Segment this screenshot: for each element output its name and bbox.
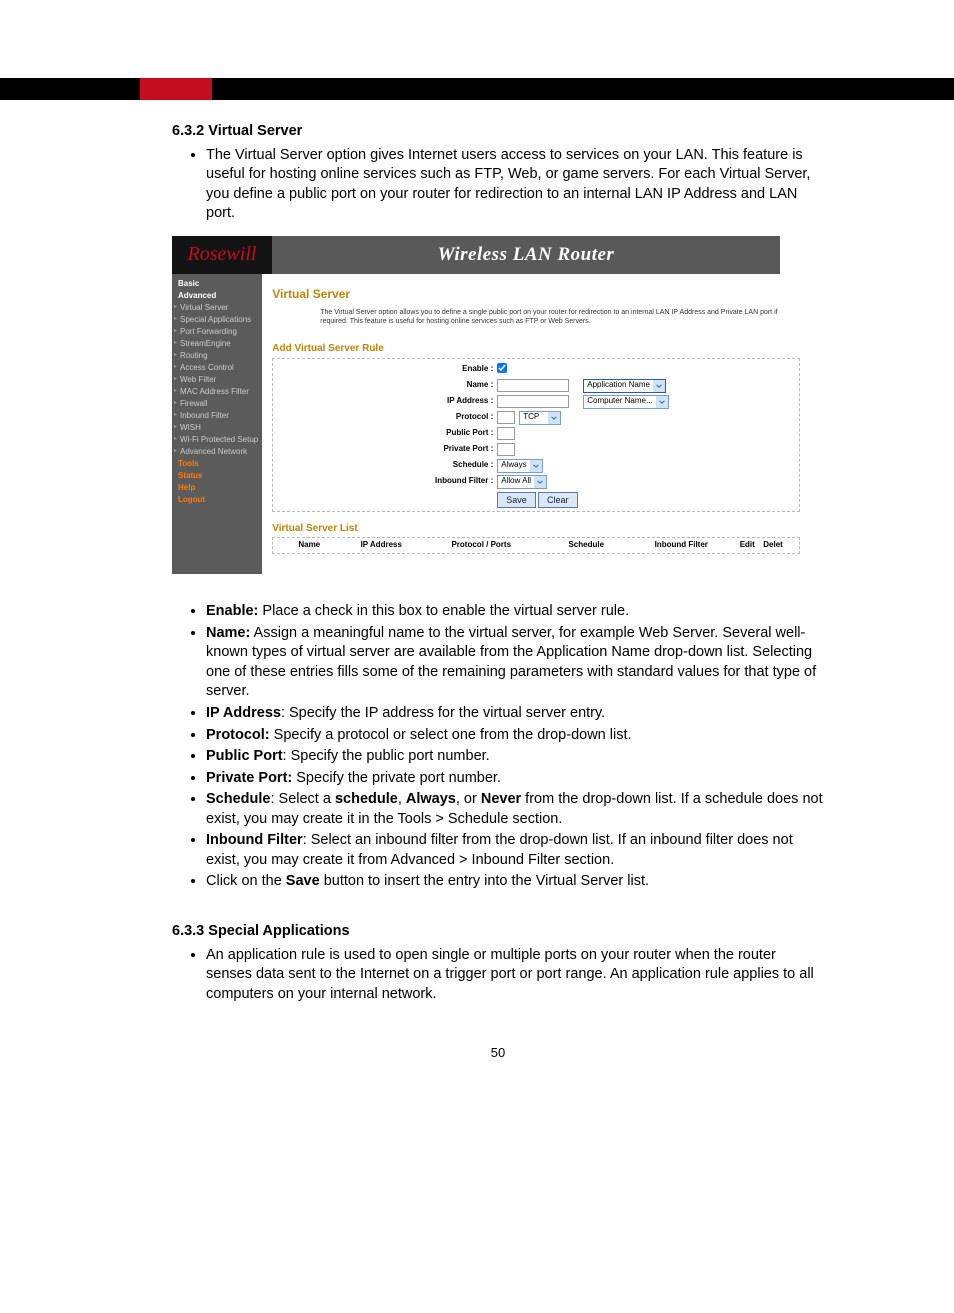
chevron-down-icon bbox=[534, 476, 546, 488]
inbound-select[interactable]: Allow All bbox=[497, 475, 547, 489]
nav-basic[interactable]: Basic bbox=[172, 278, 262, 290]
nav-special-apps[interactable]: Special Applications bbox=[172, 314, 262, 326]
chevron-down-icon bbox=[530, 460, 542, 472]
nav-web-filter[interactable]: Web Filter bbox=[172, 374, 262, 386]
ip-field[interactable] bbox=[497, 395, 569, 408]
definitions-list: Enable: Place a check in this box to ena… bbox=[172, 602, 824, 892]
protocol-select[interactable]: TCP bbox=[519, 411, 561, 425]
label-ip: IP Address : bbox=[273, 396, 497, 407]
list-heading: Virtual Server List bbox=[272, 522, 804, 536]
def-name: Name: Assign a meaningful name to the vi… bbox=[206, 624, 824, 702]
nav-help[interactable]: Help bbox=[172, 482, 262, 494]
nav-status[interactable]: Status bbox=[172, 470, 262, 482]
protocol-num-field[interactable] bbox=[497, 411, 515, 424]
router-title: Wireless LAN Router bbox=[272, 236, 780, 274]
brand-logo: Rosewill bbox=[172, 236, 272, 274]
clear-button[interactable]: Clear bbox=[538, 492, 578, 508]
label-private-port: Private Port : bbox=[273, 444, 497, 455]
computer-name-select[interactable]: Computer Name... bbox=[583, 395, 668, 409]
nav-port-forwarding[interactable]: Port Forwarding bbox=[172, 326, 262, 338]
def-private-port: Private Port: Specify the private port n… bbox=[206, 769, 824, 789]
app-name-select[interactable]: Application Name bbox=[583, 379, 666, 393]
router-screenshot: Rosewill Wireless LAN Router Basic Advan… bbox=[172, 236, 780, 574]
page-number: 50 bbox=[172, 1044, 824, 1062]
col-edit: Edit bbox=[731, 540, 763, 551]
chevron-down-icon bbox=[656, 396, 668, 408]
page-title: Virtual Server bbox=[272, 286, 804, 302]
nav-adv-network[interactable]: Advanced Network bbox=[172, 446, 262, 458]
def-protocol: Protocol: Specify a protocol or select o… bbox=[206, 726, 824, 746]
label-name: Name : bbox=[273, 380, 497, 391]
label-inbound: Inbound Filter : bbox=[273, 476, 497, 487]
page-desc: The Virtual Server option allows you to … bbox=[272, 306, 804, 332]
section-632-intro: The Virtual Server option gives Internet… bbox=[206, 146, 824, 224]
add-rule-heading: Add Virtual Server Rule bbox=[272, 342, 804, 356]
nav-mac-filter[interactable]: MAC Address Filter bbox=[172, 386, 262, 398]
col-name: Name bbox=[277, 540, 341, 551]
nav-wps[interactable]: Wi-Fi Protected Setup bbox=[172, 434, 262, 446]
def-public-port: Public Port: Specify the public port num… bbox=[206, 747, 824, 767]
nav-firewall[interactable]: Firewall bbox=[172, 398, 262, 410]
chevron-down-icon bbox=[653, 380, 665, 392]
nav-tools[interactable]: Tools bbox=[172, 458, 262, 470]
def-ip: IP Address: Specify the IP address for t… bbox=[206, 704, 824, 724]
def-schedule: Schedule: Select a schedule, Always, or … bbox=[206, 790, 824, 829]
def-inbound-filter: Inbound Filter: Select an inbound filter… bbox=[206, 831, 824, 870]
label-enable: Enable : bbox=[273, 364, 497, 375]
section-633-heading: 6.3.3 Special Applications bbox=[172, 922, 824, 942]
public-port-field[interactable] bbox=[497, 427, 515, 440]
chevron-down-icon bbox=[548, 412, 560, 424]
col-schedule: Schedule bbox=[541, 540, 631, 551]
nav-routing[interactable]: Routing bbox=[172, 350, 262, 362]
schedule-select[interactable]: Always bbox=[497, 459, 542, 473]
router-nav: Basic Advanced Virtual Server Special Ap… bbox=[172, 274, 262, 574]
add-rule-form: Enable : Name : Application Name bbox=[272, 358, 800, 512]
nav-wish[interactable]: WISH bbox=[172, 422, 262, 434]
label-schedule: Schedule : bbox=[273, 460, 497, 471]
top-accent-bar bbox=[0, 78, 954, 100]
col-delete: Delet bbox=[763, 540, 795, 551]
nav-logout[interactable]: Logout bbox=[172, 494, 262, 506]
col-ip: IP Address bbox=[341, 540, 421, 551]
label-protocol: Protocol : bbox=[273, 412, 497, 423]
save-button[interactable]: Save bbox=[497, 492, 536, 508]
col-inbound: Inbound Filter bbox=[631, 540, 731, 551]
nav-advanced[interactable]: Advanced bbox=[172, 290, 262, 302]
router-main: Virtual Server The Virtual Server option… bbox=[262, 274, 804, 574]
label-public-port: Public Port : bbox=[273, 428, 497, 439]
section-633-intro: An application rule is used to open sing… bbox=[206, 946, 824, 1005]
def-enable: Enable: Place a check in this box to ena… bbox=[206, 602, 824, 622]
nav-stream-engine[interactable]: StreamEngine bbox=[172, 338, 262, 350]
def-save: Click on the Save button to insert the e… bbox=[206, 872, 824, 892]
accent-red-segment bbox=[140, 78, 212, 100]
private-port-field[interactable] bbox=[497, 443, 515, 456]
name-field[interactable] bbox=[497, 379, 569, 392]
nav-virtual-server[interactable]: Virtual Server bbox=[172, 302, 262, 314]
col-ports: Protocol / Ports bbox=[421, 540, 541, 551]
vs-list-table: Name IP Address Protocol / Ports Schedul… bbox=[272, 537, 800, 554]
section-632-heading: 6.3.2 Virtual Server bbox=[172, 122, 824, 142]
nav-access-control[interactable]: Access Control bbox=[172, 362, 262, 374]
nav-inbound-filter[interactable]: Inbound Filter bbox=[172, 410, 262, 422]
enable-checkbox[interactable] bbox=[497, 363, 507, 373]
